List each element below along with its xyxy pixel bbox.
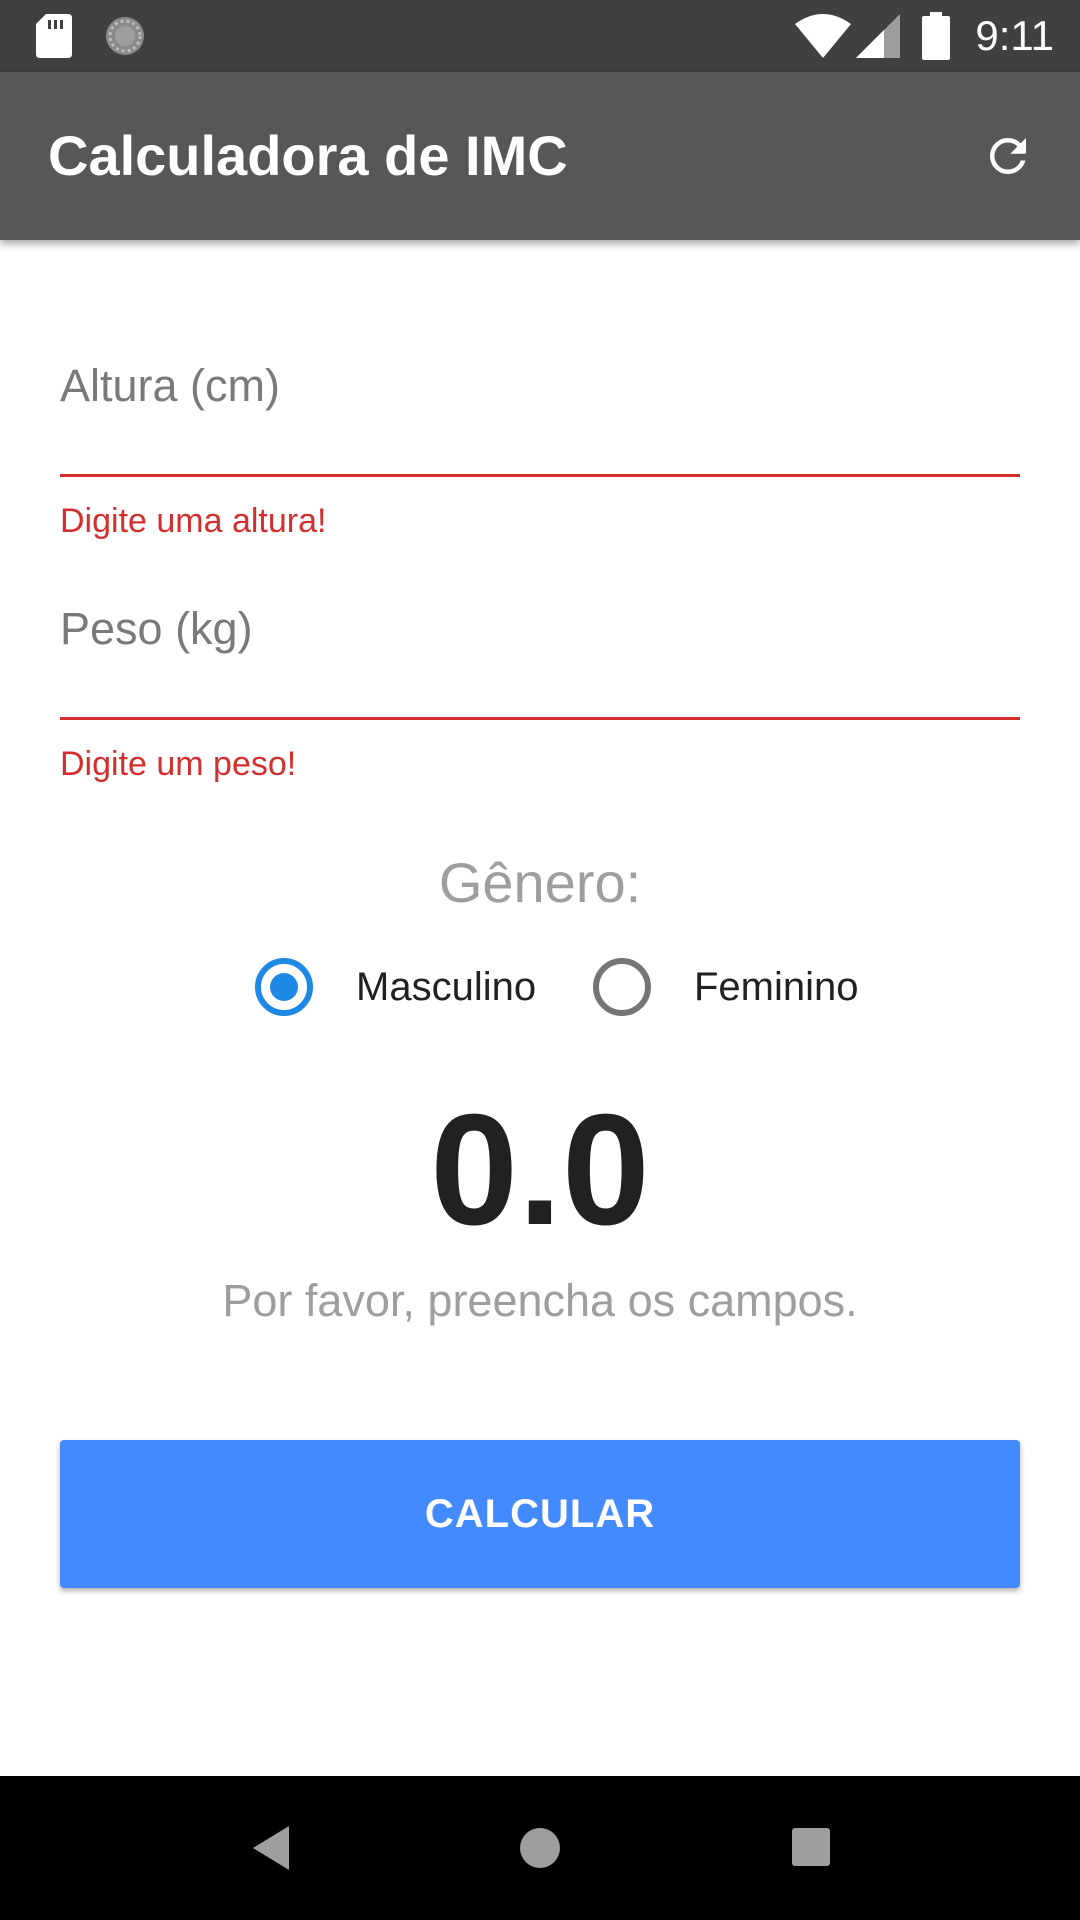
weight-input-underline: [60, 717, 1020, 720]
sd-card-icon: [36, 14, 72, 58]
refresh-icon: [990, 138, 1026, 174]
wifi-icon: [795, 14, 851, 58]
app-title: Calculadora de IMC: [48, 124, 568, 187]
navigation-bar: [0, 1776, 1080, 1920]
status-time: 9:11: [975, 12, 1054, 59]
height-input-underline: [60, 474, 1020, 477]
home-icon[interactable]: [520, 1820, 576, 1876]
battery-icon: [922, 12, 950, 60]
calculate-button[interactable]: CALCULAR: [60, 1440, 1020, 1588]
screen: 9:11 Calculadora de IMC Altura (cm) Digi…: [0, 0, 1080, 1920]
weight-error: Digite um peso!: [60, 745, 297, 783]
height-error: Digite uma altura!: [60, 502, 327, 540]
radio-masculino[interactable]: [255, 958, 313, 1016]
app-bar: Calculadora de IMC: [0, 72, 1080, 240]
recents-icon[interactable]: [782, 1822, 834, 1874]
bmi-result-message: Por favor, preencha os campos.: [222, 1275, 858, 1326]
back-icon[interactable]: [245, 1820, 301, 1876]
gender-label: Gênero:: [438, 851, 642, 914]
radio-feminino[interactable]: [593, 958, 651, 1016]
bmi-result-value: 0.0: [430, 1082, 650, 1258]
cell-signal-icon: [856, 14, 900, 58]
refresh-button[interactable]: [960, 108, 1056, 204]
radio-label-feminino[interactable]: Feminino: [694, 958, 859, 1016]
sync-icon: [106, 17, 144, 55]
radio-label-masculino[interactable]: Masculino: [356, 958, 536, 1016]
status-bar: 9:11: [0, 0, 1080, 72]
weight-input[interactable]: Peso (kg): [60, 603, 253, 655]
height-input[interactable]: Altura (cm): [60, 360, 280, 412]
